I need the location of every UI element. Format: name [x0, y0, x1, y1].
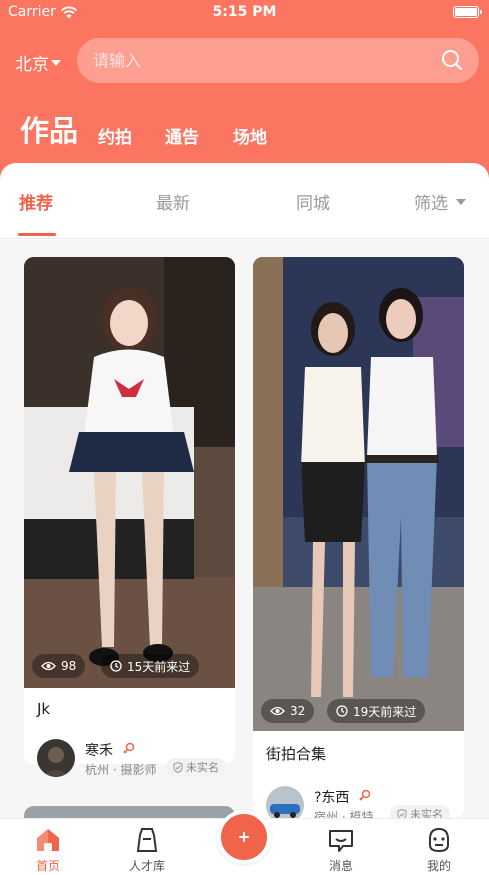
last-active-value: 15天前来过: [127, 659, 191, 674]
caret-down-icon: [51, 59, 61, 66]
feed-tabs: 推荐 最新 同城 筛选: [0, 163, 489, 239]
tab-talent[interactable]: 人才库: [112, 819, 182, 875]
category-link-yuepai[interactable]: 约拍: [98, 123, 132, 148]
tab-label: 人才库: [128, 859, 165, 873]
clock-icon: [336, 705, 348, 717]
card-title: 街拍合集: [266, 745, 327, 763]
tab-label: 首页: [35, 859, 60, 873]
card-photo[interactable]: [253, 257, 464, 731]
filter-button[interactable]: 筛选: [414, 189, 466, 214]
content-panel: 推荐 最新 同城 筛选 98 15天前来过 Jk 寒禾 杭州 · 摄影师 未实名…: [0, 163, 489, 818]
profile-icon: [429, 827, 449, 853]
view-count: 98: [32, 654, 86, 678]
female-icon: [359, 789, 371, 801]
tab-recommend[interactable]: 推荐: [19, 189, 53, 214]
category-title[interactable]: 作品: [20, 108, 78, 150]
verification-label: 未实名: [186, 761, 219, 774]
filter-label: 筛选: [414, 194, 448, 214]
shield-icon: [173, 761, 183, 773]
author-name: ?东西: [314, 790, 350, 806]
author-location: 宿州 · 模特: [314, 810, 374, 818]
search-icon[interactable]: [441, 49, 463, 71]
card-title: Jk: [37, 700, 51, 718]
feed-card[interactable]: 98 15天前来过 Jk: [24, 257, 235, 764]
feed-card[interactable]: 32 19天前来过 街拍合集 ?东西 宿州 · 模特 未实名: [253, 257, 464, 818]
tab-same-city[interactable]: 同城: [296, 189, 330, 214]
shield-icon: [397, 808, 407, 818]
verification-label: 未实名: [410, 808, 443, 818]
last-active: 19天前来过: [327, 699, 426, 723]
avatar[interactable]: [37, 739, 75, 777]
feed-card[interactable]: [24, 806, 235, 818]
eye-icon: [41, 661, 56, 671]
tab-profile[interactable]: 我的: [404, 819, 474, 875]
caret-down-icon: [456, 198, 466, 205]
verification-badge: 未实名: [390, 805, 450, 818]
author-location: 杭州 · 摄影师: [85, 763, 157, 777]
verification-badge: 未实名: [166, 758, 226, 776]
status-bar: Carrier 5:15 PM: [0, 0, 489, 26]
tab-home[interactable]: 首页: [13, 819, 83, 875]
view-count-value: 98: [61, 659, 77, 673]
author-name: 寒禾: [85, 743, 113, 759]
talent-icon: [136, 828, 158, 852]
eye-icon: [270, 706, 285, 716]
message-icon: [329, 830, 353, 852]
category-link-tonggao[interactable]: 通告: [165, 123, 199, 148]
search-input[interactable]: [93, 38, 423, 83]
feed-grid: 98 15天前来过 Jk 寒禾 杭州 · 摄影师 未实名 32 19天前来过 街…: [0, 240, 489, 818]
card-photo[interactable]: [24, 257, 235, 688]
card-author[interactable]: ?东西 宿州 · 模特 未实名: [266, 786, 464, 818]
view-count: 32: [261, 699, 315, 723]
last-active: 15天前来过: [101, 654, 200, 678]
avatar[interactable]: [266, 786, 304, 818]
home-icon: [37, 829, 59, 851]
battery-icon: [453, 6, 482, 18]
category-link-changdi[interactable]: 场地: [233, 123, 267, 148]
last-active-value: 19天前来过: [353, 704, 417, 719]
card-author[interactable]: 寒禾 杭州 · 摄影师 未实名: [37, 739, 235, 779]
tab-messages[interactable]: 消息: [306, 819, 376, 875]
tab-label: 我的: [426, 859, 451, 873]
city-label: 北京: [15, 55, 49, 75]
clock-icon: [110, 660, 122, 672]
tab-latest[interactable]: 最新: [156, 189, 190, 214]
tab-indicator: [18, 233, 56, 236]
female-icon: [123, 742, 135, 754]
city-selector[interactable]: 北京: [15, 50, 61, 75]
status-time: 5:15 PM: [212, 4, 277, 20]
add-post-button[interactable]: [217, 810, 271, 864]
tab-label: 消息: [328, 859, 353, 873]
search-bar[interactable]: [77, 38, 479, 83]
view-count-value: 32: [290, 704, 306, 718]
